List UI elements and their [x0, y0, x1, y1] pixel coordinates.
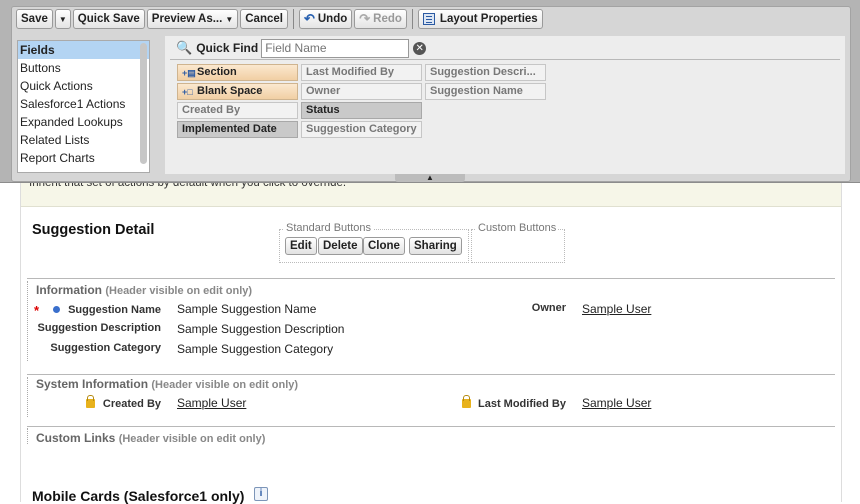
information-section-note: (Header visible on edit only)	[105, 285, 253, 297]
palette-item-suggestion-name[interactable]: Suggestion Name	[425, 83, 546, 100]
field-value-suggestion-name[interactable]: Sample Suggestion Name	[177, 302, 316, 316]
palette-item-created-by[interactable]: Created By	[177, 102, 298, 119]
field-label-created-by: Created By	[102, 398, 161, 410]
preview-as-label: Preview As...	[151, 13, 223, 25]
save-label: Save	[21, 13, 48, 25]
quick-save-button[interactable]: Quick Save	[72, 9, 145, 29]
search-icon: 🔍	[176, 40, 193, 55]
palette-item-implemented-date[interactable]: Implemented Date	[177, 121, 298, 138]
custom-links-section-edge	[27, 428, 28, 444]
quick-find: 🔍 Quick Find ✕	[176, 38, 427, 58]
redo-icon: ↷	[359, 11, 371, 26]
delete-button[interactable]: Delete	[318, 237, 363, 255]
undo-label: Undo	[317, 13, 348, 25]
clear-search-icon[interactable]: ✕	[413, 41, 427, 55]
category-report-charts[interactable]: Report Charts	[18, 149, 149, 167]
lock-icon	[462, 395, 471, 408]
field-label-suggestion-name: Suggestion Name	[68, 304, 161, 316]
palette-item-owner[interactable]: Owner	[301, 83, 422, 100]
system-information-section-header[interactable]: System Information (Header visible on ed…	[36, 377, 298, 391]
palette-divider	[170, 59, 840, 60]
system-information-divider	[27, 374, 835, 375]
custom-buttons-label: Custom Buttons	[476, 222, 559, 234]
palette-item-suggestion-category[interactable]: Suggestion Category	[301, 121, 422, 138]
chevron-up-icon: ▲	[426, 173, 434, 182]
category-salesforce1-actions[interactable]: Salesforce1 Actions	[18, 95, 149, 113]
information-section-title: Information	[36, 283, 102, 297]
field-value-owner[interactable]: Sample User	[582, 302, 651, 316]
toolbar-separator	[411, 9, 413, 29]
palette-item-blank-space[interactable]: +□ Blank Space	[177, 83, 298, 100]
field-label-last-modified-by: Last Modified By	[477, 398, 566, 410]
system-information-section-note: (Header visible on edit only)	[151, 379, 299, 391]
toolbar-separator	[292, 9, 294, 29]
field-label-suggestion-description: Suggestion Description	[37, 322, 161, 334]
custom-links-section-header[interactable]: Custom Links (Header visible on edit onl…	[36, 431, 265, 445]
system-information-section-title: System Information	[36, 377, 149, 391]
layout-properties-button[interactable]: Layout Properties	[417, 9, 543, 29]
field-label-owner: Owner	[531, 302, 566, 314]
undo-icon: ↶	[303, 11, 315, 26]
custom-links-section-title: Custom Links	[36, 431, 116, 445]
blank-space-icon: +□	[182, 87, 193, 97]
standard-buttons-label: Standard Buttons	[284, 222, 374, 234]
required-indicator: *	[34, 303, 40, 318]
field-value-suggestion-category[interactable]: Sample Suggestion Category	[177, 342, 333, 356]
detail-section-title: Suggestion Detail	[32, 222, 155, 238]
category-fields[interactable]: Fields	[18, 41, 149, 59]
edit-button[interactable]: Edit	[285, 237, 317, 255]
information-section-edge	[27, 281, 28, 361]
toolbar: Save ▼ Quick Save Preview As... ▼ Cancel …	[16, 9, 543, 29]
field-value-suggestion-description[interactable]: Sample Suggestion Description	[177, 322, 344, 336]
category-buttons[interactable]: Buttons	[18, 59, 149, 77]
field-value-created-by[interactable]: Sample User	[177, 396, 246, 410]
save-button[interactable]: Save	[16, 9, 53, 29]
information-section-header[interactable]: Information (Header visible on edit only…	[36, 283, 252, 297]
layout-properties-icon	[422, 13, 435, 25]
category-quick-actions[interactable]: Quick Actions	[18, 77, 149, 95]
cancel-label: Cancel	[245, 13, 283, 25]
custom-links-divider	[27, 426, 835, 427]
system-information-section-edge	[27, 377, 28, 417]
palette-item-status[interactable]: Status	[301, 102, 422, 119]
custom-buttons-box[interactable]: Custom Buttons	[471, 222, 565, 263]
redo-label: Redo	[373, 13, 402, 25]
preview-as-button[interactable]: Preview As... ▼	[146, 9, 239, 29]
info-icon[interactable]: i	[254, 487, 268, 501]
clone-button[interactable]: Clone	[363, 237, 405, 255]
palette-item-section[interactable]: +▤Section	[177, 64, 298, 81]
save-dropdown-button[interactable]: ▼	[54, 9, 71, 29]
palette-item-last-modified-by[interactable]: Last Modified By	[301, 64, 422, 81]
quick-find-label: Quick Find	[196, 41, 259, 55]
cancel-button[interactable]: Cancel	[240, 9, 288, 29]
header-field-indicator	[53, 306, 60, 313]
field-value-last-modified-by[interactable]: Sample User	[582, 396, 651, 410]
section-icon: +▤	[182, 68, 196, 78]
chevron-down-icon: ▼	[225, 14, 234, 24]
undo-button[interactable]: ↶ Undo	[298, 9, 353, 29]
field-label-suggestion-category: Suggestion Category	[50, 342, 161, 354]
redo-button[interactable]: ↷ Redo	[354, 9, 407, 29]
palette-collapse-handle[interactable]: ▲	[395, 174, 465, 182]
category-scrollbar[interactable]	[140, 43, 147, 164]
information-divider	[27, 278, 835, 279]
category-related-lists[interactable]: Related Lists	[18, 131, 149, 149]
palette-item-label: Blank Space	[197, 85, 263, 97]
sharing-button[interactable]: Sharing	[409, 237, 462, 255]
quick-find-input[interactable]	[261, 38, 410, 58]
chevron-down-icon: ▼	[58, 14, 67, 24]
palette-item-label: Section	[197, 66, 237, 78]
palette-item-suggestion-description[interactable]: Suggestion Descri...	[425, 64, 546, 81]
category-expanded-lookups[interactable]: Expanded Lookups	[18, 113, 149, 131]
layout-properties-label: Layout Properties	[439, 13, 538, 25]
custom-links-section-note: (Header visible on edit only)	[118, 433, 266, 445]
page-layout-canvas: Inherit that set of actions by default w…	[20, 165, 842, 504]
quick-save-label: Quick Save	[77, 13, 140, 25]
palette-category-list: Fields Buttons Quick Actions Salesforce1…	[17, 40, 150, 173]
